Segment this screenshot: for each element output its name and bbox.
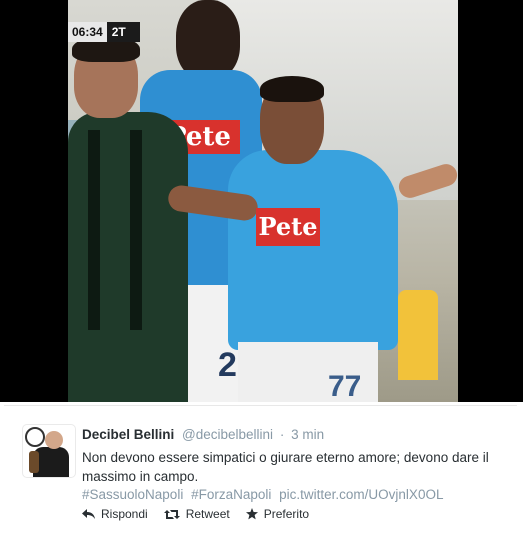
- tweet-actions: Rispondi Retweet Preferito: [82, 507, 309, 521]
- avatar-head: [45, 431, 63, 449]
- match-half: 2T: [111, 25, 126, 39]
- jersey-sponsor: Pete: [256, 208, 320, 246]
- retweet-button[interactable]: Retweet: [163, 507, 230, 521]
- header-separator: ·: [279, 427, 285, 442]
- star-icon: [245, 508, 258, 520]
- avatar-logo: [25, 427, 45, 447]
- favorite-button[interactable]: Preferito: [245, 507, 310, 521]
- tweet-screenshot: Pete 26 Pete 77 06:34 2T Decibel Bellini…: [0, 0, 523, 542]
- tweet-media[interactable]: Pete 26 Pete 77 06:34 2T: [0, 0, 523, 402]
- author-avatar[interactable]: [22, 424, 76, 478]
- reply-label: Rispondi: [101, 507, 148, 521]
- tweet-links: #SassuoloNapoli #ForzaNapoli pic.twitter…: [82, 485, 447, 504]
- match-clock: 06:34: [68, 22, 107, 42]
- tweet-text: Non devono essere simpatici o giurare et…: [82, 448, 502, 486]
- player-jersey: [68, 112, 188, 402]
- match-photo[interactable]: Pete 26 Pete 77 06:34 2T: [68, 0, 458, 402]
- reply-button[interactable]: Rispondi: [82, 507, 148, 521]
- tweet-text-line: Non devono essere simpatici o giurare et…: [82, 450, 489, 465]
- retweet-label: Retweet: [185, 507, 230, 521]
- pic-link[interactable]: pic.twitter.com/UOvjnlX0OL: [279, 487, 443, 502]
- favorite-label: Preferito: [263, 507, 310, 521]
- reply-icon: [82, 508, 95, 519]
- author-name[interactable]: Decibel Bellini: [82, 427, 174, 442]
- retweet-icon: [163, 509, 180, 519]
- tweet-text-line: massimo in campo.: [82, 469, 199, 484]
- hashtag-link[interactable]: #SassuoloNapoli: [82, 487, 183, 502]
- match-scoreboard: 06:34 2T: [68, 22, 140, 42]
- tweet-timestamp[interactable]: 3 min: [291, 427, 324, 442]
- player-left: [68, 36, 193, 402]
- tweet-card: Decibel Bellini @decibelbellini · 3 min …: [4, 405, 517, 539]
- avatar-bottle: [29, 451, 39, 473]
- player-hair: [260, 76, 324, 102]
- shorts-number: 77: [328, 370, 362, 402]
- tweet-header: Decibel Bellini @decibelbellini · 3 min: [82, 427, 324, 442]
- author-handle[interactable]: @decibelbellini: [182, 427, 273, 442]
- jersey-stripe: [130, 130, 142, 330]
- steward-figure: [398, 290, 438, 380]
- hashtag-link[interactable]: #ForzaNapoli: [191, 487, 271, 502]
- player-jersey: [228, 150, 398, 350]
- jersey-stripe: [88, 130, 100, 330]
